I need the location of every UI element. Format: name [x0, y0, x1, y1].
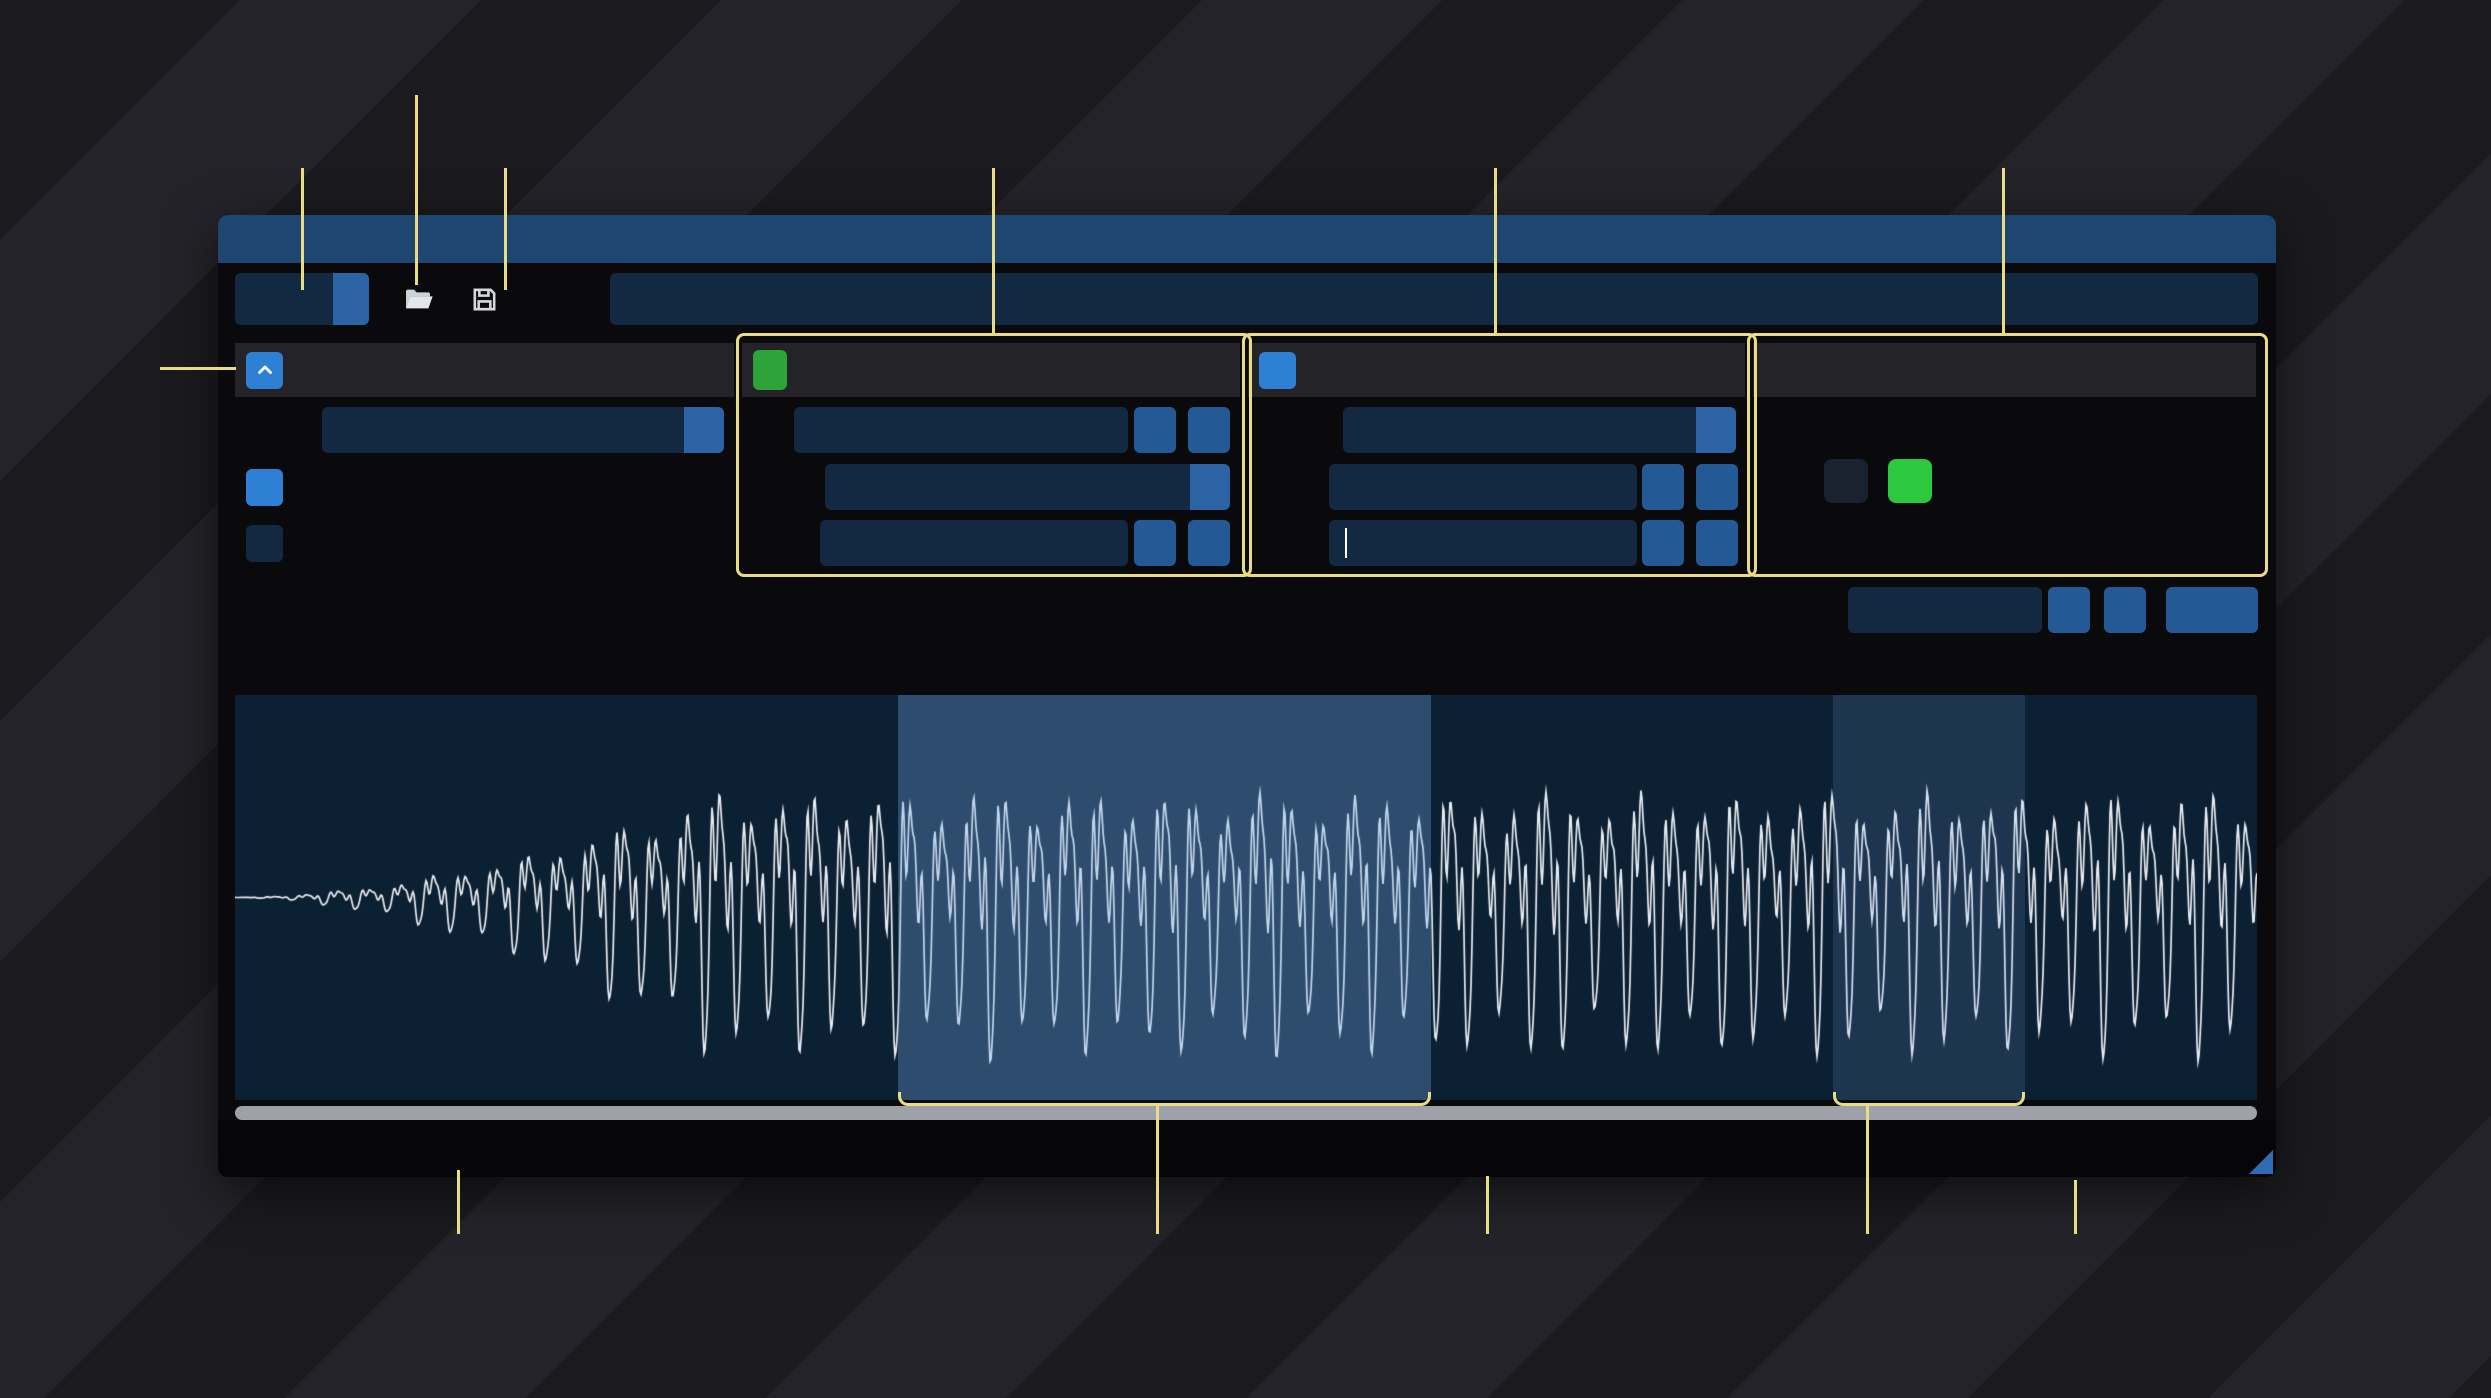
chevron-down-icon: [684, 407, 724, 453]
name-input[interactable]: [610, 273, 2258, 325]
selection-bracket: [898, 1092, 1431, 1106]
loop-panel: [1248, 339, 1745, 566]
zoom-increase-button[interactable]: [2104, 587, 2146, 633]
loop-enable-checkbox[interactable]: [1259, 351, 1296, 389]
chip-column-1-label: [1824, 403, 1868, 449]
annotation-open-line: [415, 95, 418, 285]
info-panel: [235, 339, 734, 565]
annotation-loop-bottom-line: [1866, 1106, 1869, 1234]
chevron-up-icon: [257, 365, 272, 374]
fine-input[interactable]: [820, 520, 1128, 566]
titlebar[interactable]: [218, 215, 2276, 263]
loop-start-increase-button[interactable]: [1696, 464, 1738, 510]
loop-end-decrease-button[interactable]: [1642, 520, 1684, 566]
text-cursor: [1345, 528, 1347, 558]
status-bar: [218, 1120, 2276, 1177]
annotation-cursor-position-line: [1486, 1176, 1489, 1234]
timeline-ruler[interactable]: [218, 641, 2276, 691]
folder-open-icon: [406, 289, 433, 309]
zoom-input[interactable]: [1848, 587, 2042, 633]
rate-button[interactable]: [753, 350, 787, 390]
note-select[interactable]: [825, 464, 1230, 510]
loop-end-increase-button[interactable]: [1696, 520, 1738, 566]
chip-column-2-label: [1888, 403, 1932, 449]
sample-editor-window: [218, 215, 2276, 1177]
rate-panel: [742, 339, 1240, 566]
page-background: [0, 0, 2491, 1398]
horizontal-scrollbar[interactable]: [235, 1106, 2257, 1120]
chips-panel: [1753, 339, 2256, 565]
chip-a1-checkbox[interactable]: [1824, 459, 1868, 503]
no-brr-filters-checkbox[interactable]: [246, 524, 283, 562]
annotation-selection-line: [1156, 1106, 1159, 1234]
loop-start-input[interactable]: [1329, 464, 1637, 510]
fine-decrease-button[interactable]: [1134, 520, 1176, 566]
resize-grip[interactable]: [2249, 1150, 2273, 1174]
type-select[interactable]: [322, 407, 724, 453]
annotation-selection-info-line: [457, 1170, 460, 1234]
annotation-chips-line: [2002, 168, 2005, 336]
loop-mode-select[interactable]: [1343, 407, 1736, 453]
zoom-reset-button[interactable]: [2166, 587, 2258, 633]
brr-emphasis-checkbox[interactable]: [246, 468, 283, 506]
info-collapse-button[interactable]: [246, 351, 283, 389]
chip-a2-checkbox[interactable]: [1888, 459, 1932, 503]
save-button[interactable]: [460, 273, 508, 325]
zoom-decrease-button[interactable]: [2048, 587, 2090, 633]
annotation-collapse-bar-line: [160, 367, 236, 370]
loop-end-input[interactable]: [1329, 520, 1637, 566]
annotation-save-line: [504, 168, 507, 290]
chevron-down-icon: [333, 273, 369, 325]
hz-increase-button[interactable]: [1188, 407, 1230, 453]
loop-region[interactable]: [1832, 695, 2026, 1100]
chevron-down-icon: [1696, 407, 1736, 453]
hz-input[interactable]: [794, 407, 1128, 453]
open-button[interactable]: [394, 273, 442, 325]
waveform-view[interactable]: [235, 695, 2257, 1100]
annotation-rate-line: [992, 168, 995, 336]
selection-region[interactable]: [898, 695, 1432, 1100]
annotation-total-size-line: [2074, 1180, 2077, 1234]
annotation-sample-line: [301, 168, 304, 290]
floppy-save-icon: [473, 288, 495, 310]
loop-bracket: [1833, 1092, 2025, 1106]
hz-decrease-button[interactable]: [1134, 407, 1176, 453]
loop-start-decrease-button[interactable]: [1642, 464, 1684, 510]
annotation-loop-top-line: [1494, 168, 1497, 336]
sample-toolbar: [218, 583, 2276, 635]
chevron-down-icon: [1190, 464, 1230, 510]
fine-increase-button[interactable]: [1188, 520, 1230, 566]
